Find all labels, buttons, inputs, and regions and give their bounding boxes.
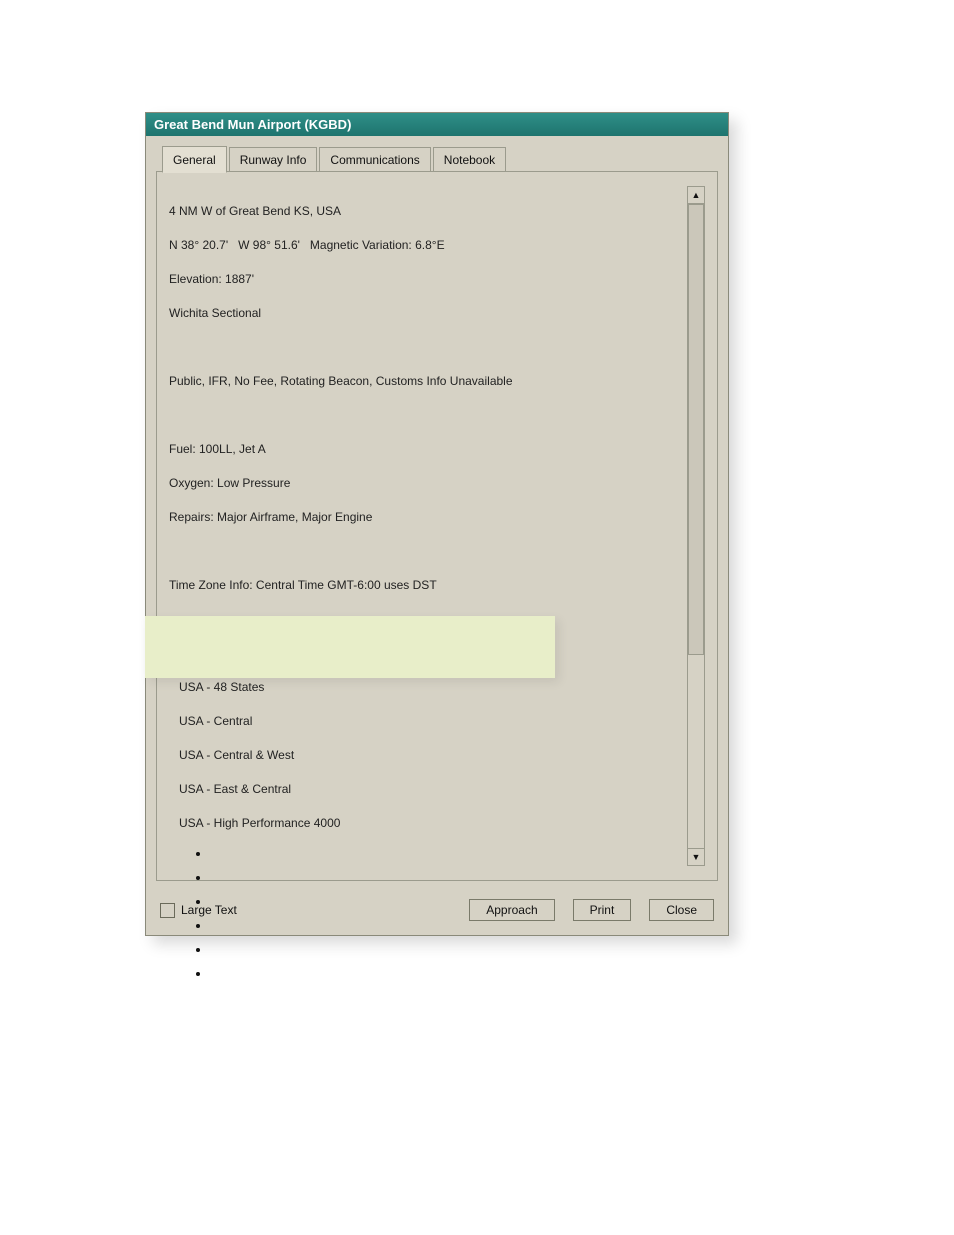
chevron-up-icon: ▲ bbox=[692, 190, 701, 200]
scroll-up-button[interactable]: ▲ bbox=[687, 186, 705, 204]
info-line: Repairs: Major Airframe, Major Engine bbox=[169, 509, 683, 526]
approach-button[interactable]: Approach bbox=[469, 899, 554, 921]
bullet-list bbox=[170, 846, 210, 990]
info-line: Wichita Sectional bbox=[169, 305, 683, 322]
tab-label: General bbox=[173, 153, 216, 167]
coverage-line: USA - High Performance 4000 bbox=[169, 815, 683, 832]
tab-label: Communications bbox=[330, 153, 419, 167]
coverage-line: USA - 48 States bbox=[169, 679, 683, 696]
tab-content-general: 4 NM W of Great Bend KS, USA N 38° 20.7'… bbox=[156, 171, 718, 881]
dialog-button-row: Large Text Approach Print Close bbox=[146, 887, 728, 935]
airport-info-text: 4 NM W of Great Bend KS, USA N 38° 20.7'… bbox=[169, 186, 683, 866]
button-label: Print bbox=[590, 903, 615, 917]
vertical-scrollbar[interactable]: ▲ ▼ bbox=[687, 186, 705, 866]
airport-info-dialog: Great Bend Mun Airport (KGBD) General Ru… bbox=[145, 112, 729, 936]
tab-notebook[interactable]: Notebook bbox=[433, 147, 506, 172]
tab-label: Runway Info bbox=[240, 153, 307, 167]
highlight-box bbox=[145, 616, 555, 678]
info-line: Elevation: 1887' bbox=[169, 271, 683, 288]
tab-area: General Runway Info Communications Noteb… bbox=[146, 136, 728, 887]
info-line: Fuel: 100LL, Jet A bbox=[169, 441, 683, 458]
chevron-down-icon: ▼ bbox=[692, 852, 701, 862]
info-blank bbox=[169, 407, 683, 424]
info-blank bbox=[169, 339, 683, 356]
print-button[interactable]: Print bbox=[573, 899, 632, 921]
scroll-thumb[interactable] bbox=[688, 204, 704, 655]
textpane-wrap: 4 NM W of Great Bend KS, USA N 38° 20.7'… bbox=[169, 186, 705, 866]
tab-label: Notebook bbox=[444, 153, 495, 167]
button-label: Close bbox=[666, 903, 697, 917]
coverage-line: USA - Central & West bbox=[169, 747, 683, 764]
close-button[interactable]: Close bbox=[649, 899, 714, 921]
tabstrip: General Runway Info Communications Noteb… bbox=[156, 146, 718, 172]
info-blank bbox=[169, 543, 683, 560]
info-line: N 38° 20.7' W 98° 51.6' Magnetic Variati… bbox=[169, 237, 683, 254]
dialog-titlebar: Great Bend Mun Airport (KGBD) bbox=[146, 113, 728, 136]
coverage-line: USA - East & Central bbox=[169, 781, 683, 798]
info-line: 4 NM W of Great Bend KS, USA bbox=[169, 203, 683, 220]
button-label: Approach bbox=[486, 903, 537, 917]
info-line: Oxygen: Low Pressure bbox=[169, 475, 683, 492]
tab-communications[interactable]: Communications bbox=[319, 147, 430, 172]
coverage-line: USA - Central bbox=[169, 713, 683, 730]
scroll-down-button[interactable]: ▼ bbox=[687, 848, 705, 866]
info-line: Public, IFR, No Fee, Rotating Beacon, Cu… bbox=[169, 373, 683, 390]
info-line: Time Zone Info: Central Time GMT-6:00 us… bbox=[169, 577, 683, 594]
scroll-track[interactable] bbox=[687, 204, 705, 848]
tab-general[interactable]: General bbox=[162, 146, 227, 173]
dialog-title: Great Bend Mun Airport (KGBD) bbox=[154, 117, 351, 132]
tab-runway-info[interactable]: Runway Info bbox=[229, 147, 318, 172]
